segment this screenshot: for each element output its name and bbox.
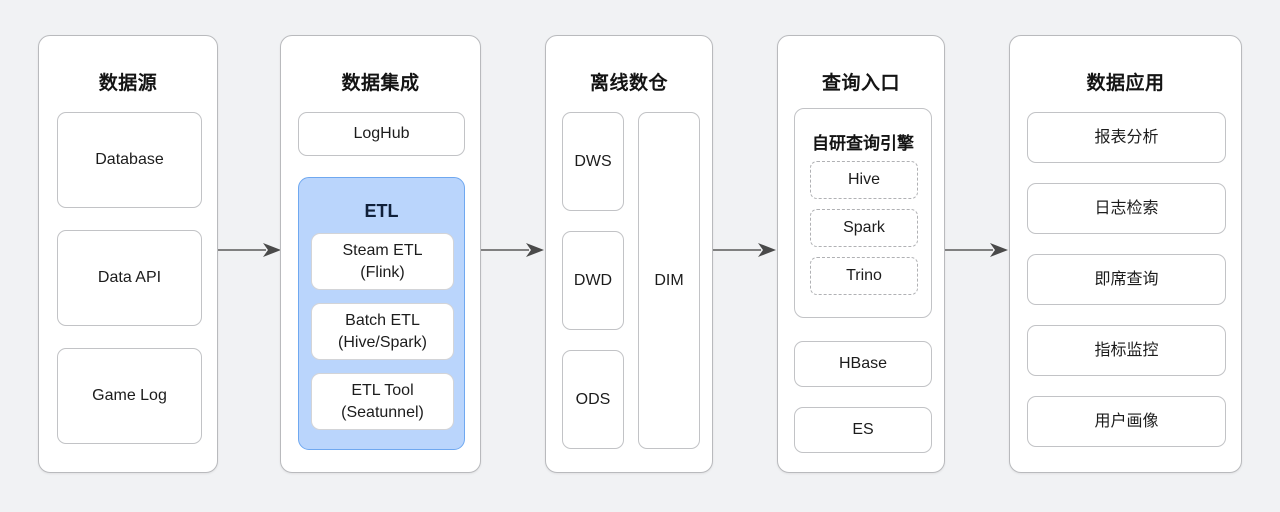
group-self-developed-query-engine[interactable]: 自研查询引擎 Hive Spark Trino [794,108,932,318]
node-dwd[interactable]: DWD [562,231,624,330]
node-label: DIM [654,271,684,289]
node-log-search[interactable]: 日志检索 [1027,183,1226,234]
node-data-api[interactable]: Data API [57,230,202,326]
node-label: 用户画像 [1094,412,1159,430]
node-label: ODS [575,390,611,408]
node-report-analysis[interactable]: 报表分析 [1027,112,1226,163]
node-label: 指标监控 [1094,341,1159,359]
node-metric-monitoring[interactable]: 指标监控 [1027,325,1226,376]
node-ad-hoc-query[interactable]: 即席查询 [1027,254,1226,305]
node-user-profile[interactable]: 用户画像 [1027,396,1226,447]
node-label-wrap: Batch ETL (Hive/Spark) [338,310,427,353]
node-etl-tool[interactable]: ETL Tool (Seatunnel) [311,373,454,430]
arrow-warehouse-to-query [713,243,776,257]
node-label-line1: Steam ETL [342,241,423,259]
node-label-wrap: ETL Tool (Seatunnel) [341,380,424,423]
node-label: 即席查询 [1094,270,1159,288]
node-label: DWS [574,152,612,170]
node-label: Database [95,151,164,169]
column-title-data-application: 数据应用 [1086,73,1165,94]
column-data-integration[interactable]: 数据集成 LogHub ETL Steam ETL (Flink) Batch … [280,35,481,473]
node-dws[interactable]: DWS [562,112,624,211]
column-query-entry[interactable]: 查询入口 自研查询引擎 Hive Spark Trino HBase ES [777,35,945,473]
group-title-query-engine: 自研查询引擎 [812,134,914,153]
column-title-offline-warehouse: 离线数仓 [589,73,668,94]
node-loghub[interactable]: LogHub [298,112,465,156]
architecture-diagram: 数据源 Database Data API Game Log 数据集成 LogH… [0,0,1280,512]
node-label-wrap: Steam ETL (Flink) [342,240,422,283]
node-label: 报表分析 [1094,128,1159,146]
group-title-etl: ETL [364,201,399,221]
node-label: DWD [573,271,613,289]
node-steam-etl[interactable]: Steam ETL (Flink) [311,233,454,290]
node-label: Hive [847,171,880,189]
column-data-application[interactable]: 数据应用 报表分析 日志检索 即席查询 指标监控 用户画像 [1009,35,1242,473]
arrow-source-to-integration [218,243,281,257]
column-title-data-integration: 数据集成 [341,73,420,94]
node-label: Spark [843,219,885,237]
node-hive[interactable]: Hive [810,161,918,199]
arrow-integration-to-warehouse [481,243,544,257]
node-label-line1: Batch ETL [345,311,420,329]
node-trino[interactable]: Trino [810,257,918,295]
node-label-line2: (Flink) [360,263,405,281]
node-label-line1: ETL Tool [351,381,414,399]
node-label: Trino [846,267,882,285]
group-etl[interactable]: ETL Steam ETL (Flink) Batch ETL (Hive/Sp… [298,177,465,450]
node-label-line2: (Hive/Spark) [338,333,427,351]
node-label: Game Log [92,387,167,405]
node-label: LogHub [353,125,410,143]
node-database[interactable]: Database [57,112,202,208]
node-label: HBase [838,355,888,373]
node-label: Data API [97,269,162,287]
column-offline-warehouse[interactable]: 离线数仓 DWS DWD ODS DIM [545,35,713,473]
node-label-line2: (Seatunnel) [341,403,424,421]
node-ods[interactable]: ODS [562,350,624,449]
node-label: 日志检索 [1094,199,1159,217]
arrow-query-to-application [945,243,1008,257]
node-game-log[interactable]: Game Log [57,348,202,444]
node-dim[interactable]: DIM [638,112,700,449]
column-title-query-entry: 查询入口 [821,73,900,94]
node-hbase[interactable]: HBase [794,341,932,387]
column-data-source[interactable]: 数据源 Database Data API Game Log [38,35,218,473]
node-es[interactable]: ES [794,407,932,453]
node-label: ES [852,421,874,439]
node-spark[interactable]: Spark [810,209,918,247]
column-title-data-source: 数据源 [98,73,158,94]
node-batch-etl[interactable]: Batch ETL (Hive/Spark) [311,303,454,360]
